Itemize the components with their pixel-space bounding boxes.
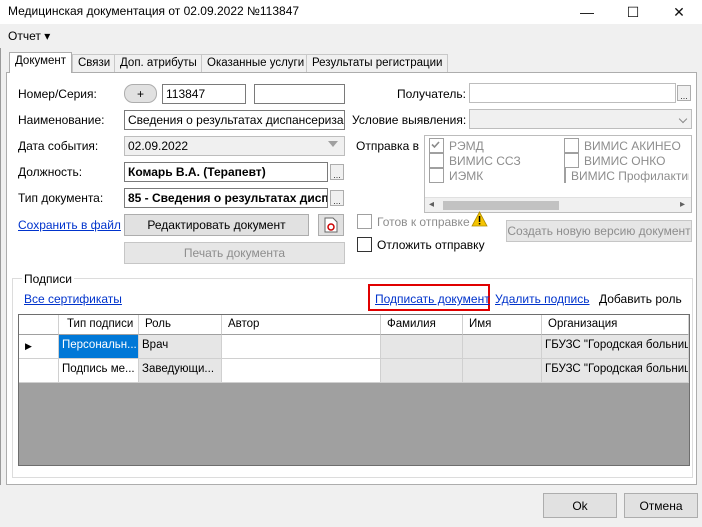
tab-services[interactable]: Оказанные услуги <box>201 54 311 72</box>
create-version-button[interactable]: Создать новую версию документ <box>506 220 692 242</box>
signatures-table[interactable]: Тип подписи Роль Автор Фамилия Имя Орган… <box>18 314 690 466</box>
checkbox-vimis-ssz[interactable] <box>429 153 444 168</box>
title-bar: Медицинская документация от 02.09.2022 №… <box>0 0 702 24</box>
sign-document-link[interactable]: Подписать документ <box>375 292 490 306</box>
tab-document[interactable]: Документ <box>9 52 73 73</box>
column-header-role[interactable]: Роль <box>139 315 222 335</box>
number-field[interactable]: 113847 <box>162 84 246 104</box>
scrollbar-thumb[interactable] <box>443 201 559 210</box>
doc-type-browse-button[interactable]: ... <box>330 190 344 206</box>
recipient-browse-button[interactable]: ... <box>677 85 691 101</box>
row-header-corner <box>19 315 59 335</box>
delete-signature-link[interactable]: Удалить подпись <box>495 292 590 306</box>
series-field[interactable] <box>254 84 345 104</box>
row-selector[interactable] <box>19 359 59 383</box>
menu-report[interactable]: Отчет ▾ <box>8 29 50 43</box>
cancel-button[interactable]: Отмена <box>624 493 698 518</box>
table-cell-author[interactable] <box>222 359 381 383</box>
warning-icon <box>471 211 488 230</box>
send-target-vimis-profilaktika[interactable]: ВИМИС Профилактика <box>564 168 689 183</box>
window-title: Медицинская документация от 02.09.2022 №… <box>8 4 300 18</box>
add-number-button[interactable]: + <box>124 84 157 103</box>
position-browse-button[interactable]: ... <box>330 164 344 180</box>
save-to-file-link[interactable]: Сохранить в файл <box>18 218 121 232</box>
postpone-send-option[interactable]: Отложить отправку <box>357 237 485 252</box>
table-cell-organization[interactable]: ГБУЗС "Городская больниц... <box>542 359 689 383</box>
event-date-field[interactable]: 02.09.2022 <box>124 136 345 156</box>
table-cell-first-name[interactable] <box>463 335 542 359</box>
scroll-right-icon[interactable]: ▸ <box>680 199 685 210</box>
column-header-organization[interactable]: Организация <box>542 315 689 335</box>
document-pdf-icon <box>324 217 338 233</box>
send-target-remd[interactable]: РЭМД <box>429 138 484 153</box>
tab-registration-results[interactable]: Результаты регистрации <box>306 54 449 72</box>
recipient-label: Получатель: <box>397 87 466 101</box>
maximize-icon[interactable]: ☐ <box>610 0 656 24</box>
name-field[interactable]: Сведения о результатах диспансеризации <box>124 110 345 130</box>
send-targets-list[interactable]: РЭМД ВИМИС АКИНЕО ВИМИС ССЗ ВИМИС ОНКО И… <box>424 135 692 213</box>
row-selector-icon[interactable]: ▶ <box>19 335 59 359</box>
event-date-value: 02.09.2022 <box>128 139 189 153</box>
column-header-first-name[interactable]: Имя <box>463 315 542 335</box>
send-to-label: Отправка в <box>356 139 419 153</box>
detection-label: Условие выявления: <box>352 113 467 127</box>
column-header-last-name[interactable]: Фамилия <box>381 315 463 335</box>
number-label: Номер/Серия: <box>18 87 97 101</box>
menu-bar <box>0 24 702 48</box>
table-cell-author[interactable] <box>222 335 381 359</box>
checkbox-vimis-akineo[interactable] <box>564 138 579 153</box>
name-label: Наименование: <box>18 113 105 127</box>
table-cell-last-name[interactable] <box>381 359 463 383</box>
checkbox-vimis-profilaktika[interactable] <box>564 168 566 183</box>
close-icon[interactable]: ✕ <box>656 0 702 24</box>
scroll-left-icon[interactable]: ◂ <box>429 199 434 210</box>
doc-type-label: Тип документа: <box>18 191 104 205</box>
position-field[interactable]: Комарь В.А. (Терапевт) <box>124 162 328 182</box>
event-date-label: Дата события: <box>18 139 99 153</box>
checkbox-vimis-onko[interactable] <box>564 153 579 168</box>
send-target-iemk[interactable]: ИЭМК <box>429 168 483 183</box>
checkbox-remd[interactable] <box>429 138 444 153</box>
minimize-icon[interactable]: — <box>564 0 610 24</box>
tab-extra-attributes[interactable]: Доп. атрибуты <box>114 54 203 72</box>
postpone-send-checkbox[interactable] <box>357 237 372 252</box>
recipient-field[interactable] <box>469 83 676 103</box>
detection-select[interactable] <box>469 109 692 129</box>
table-cell-organization[interactable]: ГБУЗС "Городская больниц... <box>542 335 689 359</box>
send-target-vimis-ssz[interactable]: ВИМИС ССЗ <box>429 153 521 168</box>
date-dropdown-icon[interactable] <box>328 141 338 147</box>
table-cell-role[interactable]: Заведующи... <box>139 359 222 383</box>
position-label: Должность: <box>18 165 83 179</box>
all-certificates-link[interactable]: Все сертификаты <box>24 292 122 306</box>
table-cell-type[interactable]: Подпись ме... <box>59 359 139 383</box>
checkbox-iemk[interactable] <box>429 168 444 183</box>
tab-links[interactable]: Связи <box>72 54 117 72</box>
table-cell-type[interactable]: Персональн... <box>59 335 139 359</box>
checkmark-icon <box>431 141 440 149</box>
table-cell-first-name[interactable] <box>463 359 542 383</box>
send-target-vimis-onko[interactable]: ВИМИС ОНКО <box>564 153 665 168</box>
table-cell-role[interactable]: Врач <box>139 335 222 359</box>
send-target-vimis-akineo[interactable]: ВИМИС АКИНЕО <box>564 138 681 153</box>
print-document-button[interactable]: Печать документа <box>124 242 345 264</box>
column-header-author[interactable]: Автор <box>222 315 381 335</box>
ready-to-send-checkbox[interactable] <box>357 214 372 229</box>
table-cell-last-name[interactable] <box>381 335 463 359</box>
ok-button[interactable]: Ok <box>543 493 617 518</box>
column-header-type[interactable]: Тип подписи <box>59 315 139 335</box>
ready-to-send-option[interactable]: Готов к отправке <box>357 214 470 229</box>
add-role-button[interactable]: Добавить роль <box>599 292 682 306</box>
doc-type-field[interactable]: 85 - Сведения о результатах диспансериза… <box>124 188 328 208</box>
pdf-export-button[interactable] <box>318 214 344 236</box>
horizontal-scrollbar[interactable]: ◂ ▸ <box>425 197 691 212</box>
signatures-group-label: Подписи <box>22 272 74 286</box>
edit-document-button[interactable]: Редактировать документ <box>124 214 309 236</box>
